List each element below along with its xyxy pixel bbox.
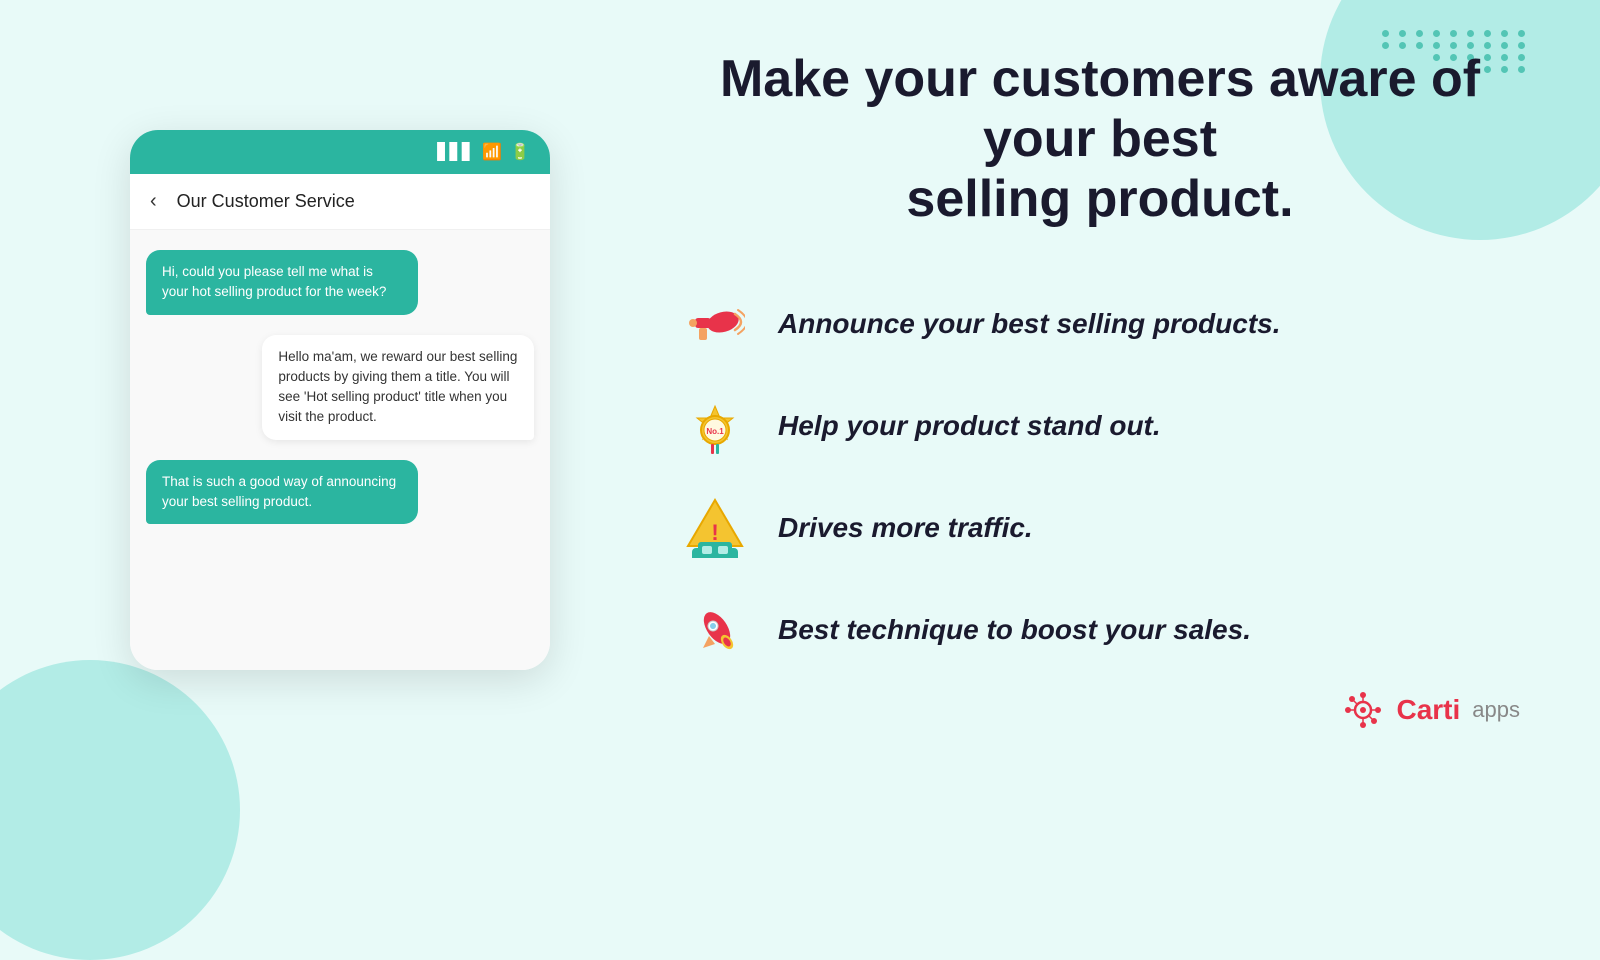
feature-text: Announce your best selling products. bbox=[778, 308, 1281, 340]
feature-item: Best technique to boost your sales. bbox=[680, 595, 1520, 665]
feature-text: Best technique to boost your sales. bbox=[778, 614, 1251, 646]
svg-text:!: ! bbox=[711, 520, 718, 545]
back-arrow-icon[interactable]: ‹ bbox=[150, 190, 157, 213]
logo-suffix: apps bbox=[1472, 697, 1520, 723]
chat-header: ‹ Our Customer Service bbox=[130, 174, 550, 230]
feature-text: Help your product stand out. bbox=[778, 410, 1161, 442]
phone-status-bar: ▋▋▋ 📶 🔋 bbox=[130, 130, 550, 174]
signal-icon: ▋▋▋ bbox=[437, 142, 474, 162]
headline-line1: Make your customers aware of your best bbox=[720, 50, 1480, 168]
phone-mockup: ▋▋▋ 📶 🔋 ‹ Our Customer Service Hi, could… bbox=[130, 130, 550, 670]
right-section: Make your customers aware of your best s… bbox=[600, 50, 1520, 735]
left-section: ▋▋▋ 📶 🔋 ‹ Our Customer Service Hi, could… bbox=[80, 130, 600, 670]
headline-line2: selling product. bbox=[906, 170, 1293, 228]
medal-icon: No.1 bbox=[680, 391, 750, 461]
chat-bubble: Hello ma'am, we reward our best selling … bbox=[262, 335, 534, 440]
logo-area: Carti apps bbox=[680, 685, 1520, 735]
wifi-icon: 📶 bbox=[482, 142, 502, 162]
chat-bubble: That is such a good way of announcing yo… bbox=[146, 460, 418, 525]
svg-text:No.1: No.1 bbox=[706, 427, 724, 436]
battery-icon: 🔋 bbox=[510, 142, 530, 162]
feature-list: Announce your best selling products. No.… bbox=[680, 289, 1520, 665]
megaphone-icon bbox=[680, 289, 750, 359]
carti-logo-svg bbox=[1338, 685, 1388, 735]
chat-body: Hi, could you please tell me what is you… bbox=[130, 230, 550, 670]
chat-bubble: Hi, could you please tell me what is you… bbox=[146, 250, 418, 315]
rocket-icon bbox=[680, 595, 750, 665]
car-warning-icon: ! bbox=[680, 493, 750, 563]
chat-title: Our Customer Service bbox=[177, 191, 355, 212]
feature-item: No.1 Help your product stand out. bbox=[680, 391, 1520, 461]
feature-text: Drives more traffic. bbox=[778, 512, 1033, 544]
feature-item: ! Drives more traffic. bbox=[680, 493, 1520, 563]
logo-brand: Carti bbox=[1396, 694, 1460, 726]
headline: Make your customers aware of your best s… bbox=[680, 50, 1520, 229]
feature-item: Announce your best selling products. bbox=[680, 289, 1520, 359]
